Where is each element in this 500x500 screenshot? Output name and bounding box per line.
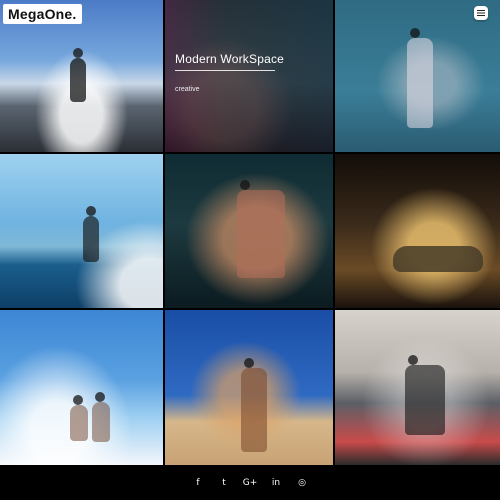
tile-title: Modern WorkSpace	[175, 52, 285, 66]
portfolio-tile-modern-workspace[interactable]: Modern WorkSpace creative	[165, 0, 333, 152]
instagram-icon[interactable]: ◎	[296, 477, 308, 489]
portfolio-tile-beach-couple[interactable]	[0, 310, 163, 465]
tile-hover-overlay	[165, 0, 333, 152]
footer: f t G+ in ◎	[0, 465, 500, 500]
portfolio-tile-boxer[interactable]	[165, 154, 333, 308]
person-silhouette	[70, 395, 88, 441]
person-silhouette	[407, 28, 433, 128]
menu-button[interactable]	[474, 6, 488, 20]
person-silhouette	[83, 206, 99, 262]
portfolio-tile-fashion-portrait[interactable]	[335, 0, 500, 152]
person-silhouette	[405, 355, 445, 435]
linkedin-icon[interactable]: in	[270, 477, 282, 489]
portfolio-tile-sailing[interactable]	[0, 154, 163, 308]
car-shape	[393, 246, 483, 272]
portfolio-tile-desert-pose[interactable]	[165, 310, 333, 465]
portfolio-tile-gym-workout[interactable]	[335, 310, 500, 465]
portfolio-grid: MegaOne. Modern WorkSpace creative	[0, 0, 500, 465]
portfolio-tile-cliff-viewpoint[interactable]: MegaOne.	[0, 0, 163, 152]
google-plus-icon[interactable]: G+	[243, 477, 258, 489]
brand-logo[interactable]: MegaOne.	[3, 4, 82, 24]
hamburger-icon	[477, 10, 485, 16]
person-silhouette	[92, 392, 110, 442]
social-links: f t G+ in ◎	[192, 477, 308, 489]
twitter-icon[interactable]: t	[218, 477, 230, 489]
facebook-icon[interactable]: f	[192, 477, 204, 489]
portfolio-tile-vintage-car[interactable]	[335, 154, 500, 308]
person-silhouette	[237, 180, 285, 278]
title-divider	[175, 70, 275, 71]
person-silhouette	[241, 358, 267, 452]
tile-category: creative	[175, 86, 200, 93]
person-silhouette	[70, 48, 86, 102]
